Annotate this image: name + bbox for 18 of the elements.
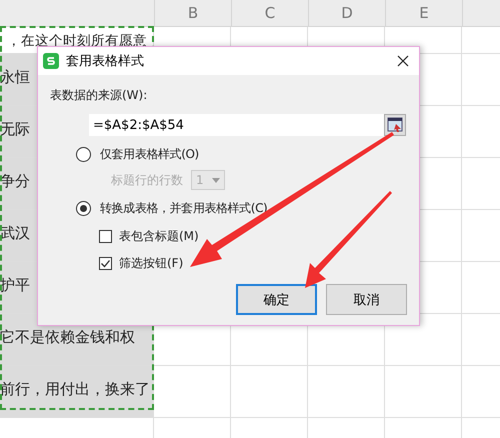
column-header[interactable]: D	[309, 0, 386, 26]
table-cell: 前行，用付出，换来了	[0, 366, 154, 417]
range-picker-icon[interactable]	[384, 114, 406, 136]
cancel-button[interactable]: 取消	[326, 284, 407, 315]
dialog-title: 套用表格样式	[66, 53, 145, 70]
close-icon[interactable]	[397, 55, 409, 67]
app-icon	[43, 53, 59, 69]
source-label: 表数据的来源(W):	[50, 87, 148, 104]
column-header[interactable]: E	[386, 0, 463, 26]
ok-button[interactable]: 确定	[236, 284, 317, 315]
range-field[interactable]: =$A$2:$A$54	[89, 114, 384, 136]
radio-button[interactable]	[76, 200, 91, 216]
radio-button[interactable]	[76, 146, 91, 162]
checkbox[interactable]	[99, 257, 112, 270]
dropdown-caret-icon	[212, 178, 220, 182]
column-header[interactable]: B	[155, 0, 232, 26]
checkbox[interactable]	[99, 230, 112, 243]
column-header[interactable]: C	[232, 0, 309, 26]
